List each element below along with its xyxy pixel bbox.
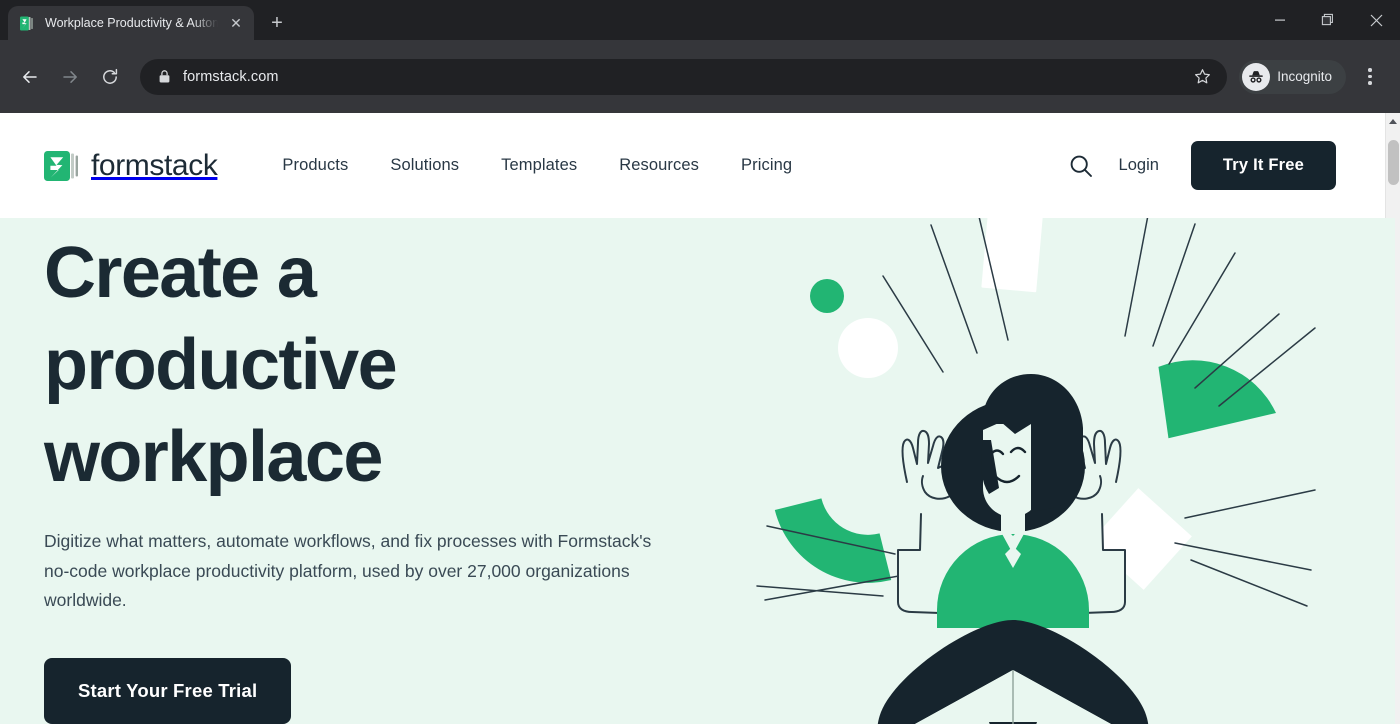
hero-title-line-3: workplace <box>44 417 383 497</box>
try-it-free-button[interactable]: Try It Free <box>1190 141 1336 190</box>
three-dot-menu-icon[interactable] <box>1352 59 1388 95</box>
incognito-profile-chip[interactable]: Incognito <box>1239 59 1346 94</box>
header-actions: Login Try It Free <box>1059 141 1385 190</box>
maximize-restore-button[interactable] <box>1304 0 1352 40</box>
page-title: Create a productive workplace <box>44 227 704 503</box>
browser-window: Workplace Productivity & Autom ✕ + forms… <box>0 0 1400 724</box>
new-tab-button[interactable]: + <box>262 8 292 38</box>
kebab-dot <box>1368 68 1372 72</box>
nav-item-pricing[interactable]: Pricing <box>720 146 813 185</box>
formstack-logo-mark <box>44 150 82 182</box>
hero-section: Create a productive workplace Digitize w… <box>0 218 1395 724</box>
tab-title: Workplace Productivity & Autom <box>45 16 218 30</box>
hero-subtitle: Digitize what matters, automate workflow… <box>44 531 652 610</box>
meditating-person-illustration <box>755 218 1395 724</box>
browser-toolbar: formstack.com Incognito <box>0 40 1400 113</box>
tab-strip: Workplace Productivity & Autom ✕ + <box>0 0 1400 40</box>
formstack-favicon <box>19 15 36 32</box>
back-button[interactable] <box>12 59 48 95</box>
minimize-button[interactable] <box>1256 0 1304 40</box>
login-link[interactable]: Login <box>1103 146 1175 185</box>
forward-button[interactable] <box>52 59 88 95</box>
nav-item-resources[interactable]: Resources <box>598 146 720 185</box>
browser-tab[interactable]: Workplace Productivity & Autom ✕ <box>8 6 254 40</box>
scroll-up-arrow[interactable] <box>1386 113 1400 130</box>
window-controls <box>1256 0 1400 40</box>
bookmark-star-icon[interactable] <box>1187 62 1217 92</box>
page-viewport: formstack Products Solutions Templates R… <box>0 113 1400 724</box>
address-bar[interactable]: formstack.com <box>140 58 1228 95</box>
primary-nav: Products Solutions Templates Resources P… <box>261 146 813 185</box>
kebab-dot <box>1368 81 1372 85</box>
site-security-lock-icon <box>158 69 171 84</box>
formstack-homepage: formstack Products Solutions Templates R… <box>0 113 1395 724</box>
hero-title-line-1: Create a <box>44 233 317 313</box>
incognito-label: Incognito <box>1277 69 1332 84</box>
url-text[interactable]: formstack.com <box>183 69 1175 85</box>
tab-close-icon[interactable]: ✕ <box>227 14 245 32</box>
reload-button[interactable] <box>92 59 128 95</box>
formstack-wordmark: formstack <box>91 148 218 182</box>
nav-item-products[interactable]: Products <box>261 146 369 185</box>
incognito-icon <box>1242 62 1271 91</box>
scrollbar-thumb[interactable] <box>1388 140 1399 185</box>
kebab-dot <box>1368 74 1372 79</box>
hero-copy: Create a productive workplace Digitize w… <box>44 227 704 724</box>
site-header: formstack Products Solutions Templates R… <box>0 113 1385 218</box>
nav-item-templates[interactable]: Templates <box>480 146 598 185</box>
hero-title-line-2: productive <box>44 325 398 405</box>
nav-item-solutions[interactable]: Solutions <box>369 146 480 185</box>
close-window-button[interactable] <box>1352 0 1400 40</box>
formstack-logo[interactable]: formstack <box>44 148 218 183</box>
start-free-trial-button[interactable]: Start Your Free Trial <box>44 657 292 724</box>
search-icon[interactable] <box>1059 144 1103 188</box>
